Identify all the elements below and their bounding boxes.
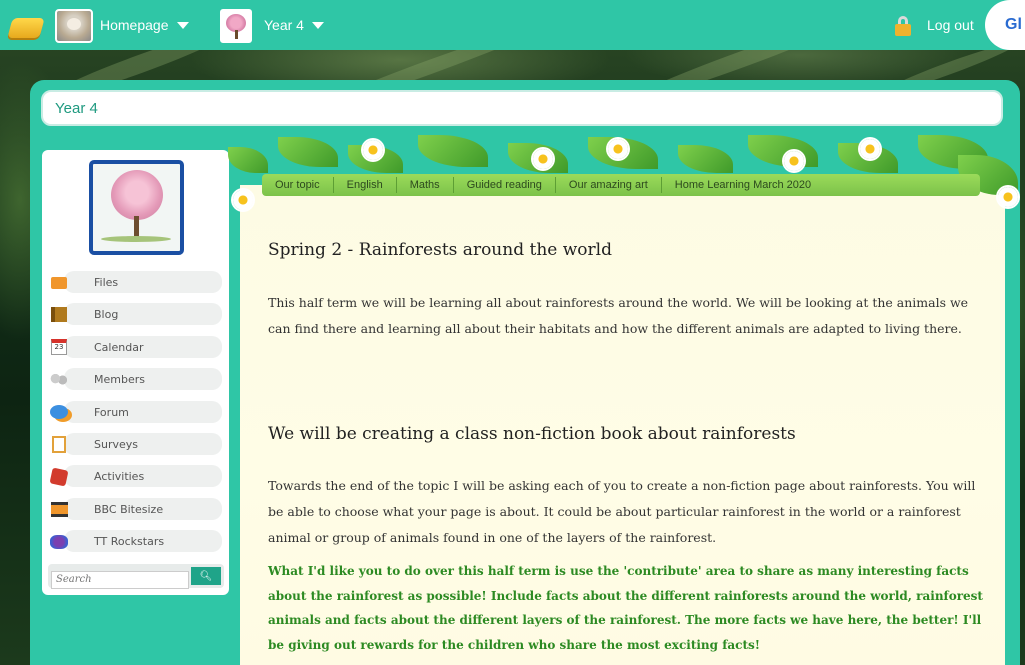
sidebar-item-label: BBC Bitesize <box>94 502 164 516</box>
sidebar-item-label: Surveys <box>94 437 138 451</box>
sidebar-item-label: TT Rockstars <box>94 535 165 549</box>
tab-home-learning[interactable]: Home Learning March 2020 <box>662 177 824 193</box>
year-label: Year 4 <box>264 17 304 33</box>
year-menu[interactable]: Year 4 <box>264 0 324 50</box>
sidebar-item-surveys[interactable]: Surveys <box>48 430 223 459</box>
brand-badge[interactable]: Gl <box>985 0 1025 50</box>
sidebar-item-label: Activities <box>94 470 145 484</box>
tab-maths[interactable]: Maths <box>397 177 454 193</box>
content-heading-1: Spring 2 - Rainforests around the world <box>268 240 612 260</box>
eraser-logo-icon[interactable] <box>7 18 45 38</box>
forum-icon <box>48 402 70 422</box>
search-icon: 🔍︎ <box>199 570 213 582</box>
content-heading-2: We will be creating a class non-fiction … <box>268 424 796 444</box>
sidebar-item-tt-rockstars[interactable]: TT Rockstars <box>48 527 223 556</box>
sidebar-item-members[interactable]: Members <box>48 365 223 394</box>
page-title: Year 4 <box>55 99 98 117</box>
top-bar: Homepage Year 4 Log out Gl <box>0 0 1025 50</box>
sidebar-item-label: Members <box>94 373 145 387</box>
bbc-icon <box>48 499 70 519</box>
sidebar: Files Blog 23 Calendar Members Forum Sur… <box>42 150 229 595</box>
content-paragraph-3: What I'd like you to do over this half t… <box>268 564 983 652</box>
brand-text: Gl <box>1005 16 1022 33</box>
sidebar-search: 🔍︎ <box>48 564 224 589</box>
page-title-bar: Year 4 <box>41 90 1003 126</box>
sidebar-item-label: Files <box>94 276 119 289</box>
sidebar-item-bbc-bitesize[interactable]: BBC Bitesize <box>48 495 223 524</box>
homepage-menu[interactable]: Homepage <box>100 0 189 50</box>
sidebar-menu: Files Blog 23 Calendar Members Forum Sur… <box>48 268 223 560</box>
logout-label: Log out <box>927 17 974 33</box>
sidebar-item-blog[interactable]: Blog <box>48 300 223 329</box>
content-paragraph-2: Towards the end of the topic I will be a… <box>268 478 976 545</box>
search-input[interactable] <box>51 570 189 589</box>
clipboard-icon <box>48 434 70 454</box>
sidebar-item-activities[interactable]: Activities <box>48 462 223 491</box>
book-icon <box>48 305 70 325</box>
sidebar-item-forum[interactable]: Forum <box>48 398 223 427</box>
user-avatar[interactable] <box>55 9 93 43</box>
calendar-icon: 23 <box>48 337 70 357</box>
chevron-down-icon <box>176 21 189 29</box>
sidebar-item-files[interactable]: Files <box>48 268 223 297</box>
search-button[interactable]: 🔍︎ <box>191 567 221 585</box>
sidebar-item-calendar[interactable]: 23 Calendar <box>48 333 223 362</box>
logout-link[interactable]: Log out <box>927 0 974 50</box>
class-thumbnail[interactable] <box>220 9 252 43</box>
class-photo <box>89 160 184 255</box>
activities-icon <box>48 467 70 487</box>
sidebar-item-label: Calendar <box>94 340 144 354</box>
folder-icon <box>48 273 70 293</box>
lock-icon <box>895 16 911 36</box>
members-icon <box>48 370 70 390</box>
sidebar-item-label: Blog <box>94 308 119 322</box>
tab-english[interactable]: English <box>334 177 397 193</box>
tab-guided-reading[interactable]: Guided reading <box>454 177 556 193</box>
tab-our-amazing-art[interactable]: Our amazing art <box>556 177 662 193</box>
homepage-label: Homepage <box>100 17 169 33</box>
chevron-down-icon <box>311 21 324 29</box>
content-paragraph-1: This half term we will be learning all a… <box>268 295 969 336</box>
tab-our-topic[interactable]: Our topic <box>262 177 334 193</box>
topic-nav: Our topic English Maths Guided reading O… <box>262 174 980 196</box>
rockstar-icon <box>48 532 70 552</box>
sidebar-item-label: Forum <box>94 405 129 419</box>
